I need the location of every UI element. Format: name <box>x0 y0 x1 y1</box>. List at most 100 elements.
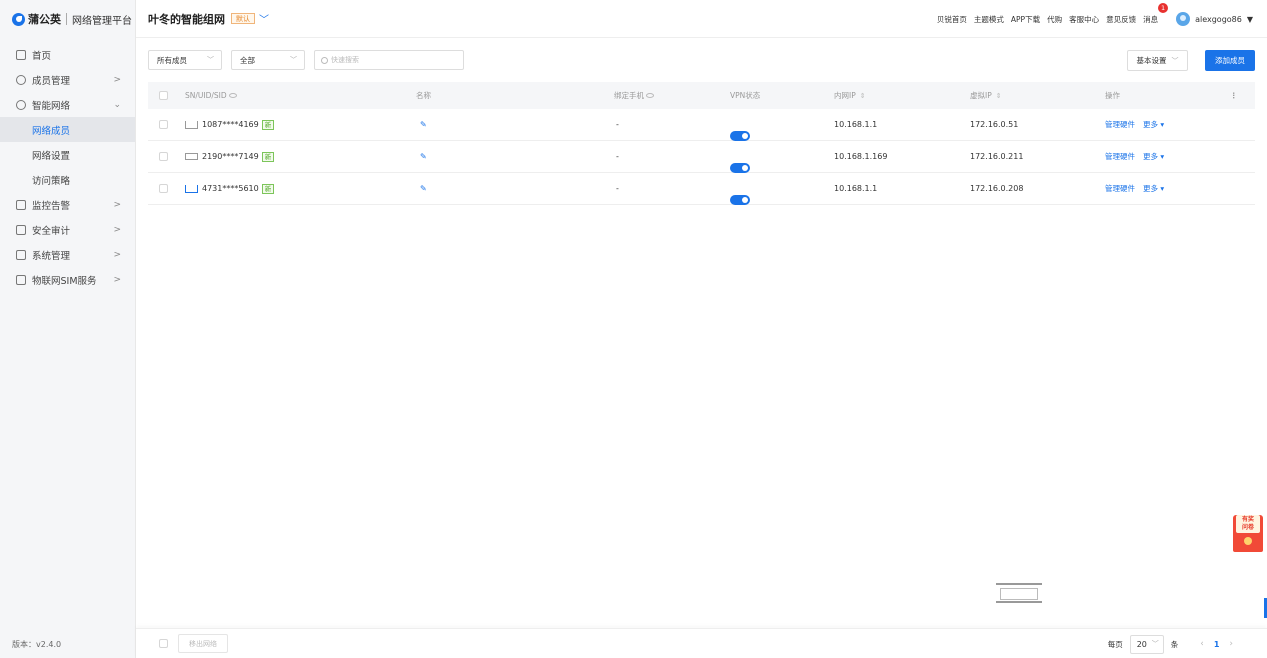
actions-cell: 管理硬件 更多 ▾ <box>1105 183 1164 194</box>
search-placeholder: 快速搜索 <box>331 56 359 64</box>
default-tag: 默认 <box>231 13 255 24</box>
vpn-toggle[interactable] <box>730 194 750 205</box>
remove-from-network-button[interactable]: 移出网络 <box>178 634 228 653</box>
manage-hardware-link[interactable]: 管理硬件 <box>1105 119 1135 130</box>
sidebar-item-security-audit[interactable]: 安全审计 > <box>0 217 135 242</box>
toolbar: 所有成员 ﹀ 全部 ﹀ 快速搜索 基本设置 ﹀ 添加成员 <box>148 50 1255 71</box>
more-dropdown[interactable]: 更多 ▾ <box>1143 151 1164 162</box>
vpn-toggle[interactable] <box>730 162 750 173</box>
survey-line1: 有奖 <box>1241 516 1254 523</box>
link-purchase[interactable]: 代购 <box>1047 14 1062 25</box>
col-sn: SN/UID/SID <box>185 91 237 100</box>
virtual-ip-cell: 172.16.0.208 <box>970 184 1024 193</box>
edit-icon[interactable]: ✎ <box>420 184 427 193</box>
edit-icon[interactable]: ✎ <box>420 120 427 129</box>
chevron-down-icon: ﹀ <box>207 56 214 64</box>
gift-icon <box>1244 537 1252 545</box>
page-size-select[interactable]: 20 ﹀ <box>1129 634 1164 654</box>
messages-badge: 1 <box>1158 2 1169 13</box>
manage-hardware-link[interactable]: 管理硬件 <box>1105 151 1135 162</box>
lan-ip-cell: 10.168.1.169 <box>834 152 888 161</box>
virtual-ip-cell: 172.16.0.211 <box>970 152 1024 161</box>
chevron-down-icon: ﹀ <box>290 56 297 64</box>
caret-down-icon[interactable]: ▼ <box>1247 15 1253 24</box>
status-filter-select[interactable]: 全部 ﹀ <box>231 50 305 70</box>
more-dropdown[interactable]: 更多 ▾ <box>1143 183 1164 194</box>
sidebar-subitem-network-members[interactable]: 网络成员 <box>0 117 135 142</box>
virtual-ip-cell: 172.16.0.51 <box>970 120 1019 129</box>
messages-link[interactable]: 消息 1 <box>1143 2 1169 25</box>
vpn-toggle[interactable] <box>730 130 750 141</box>
chevron-down-icon[interactable]: ﹀ <box>259 11 269 26</box>
link-app-download[interactable]: APP下载 <box>1011 14 1040 25</box>
search-icon <box>321 56 328 64</box>
brand-subtitle: 网络管理平台 <box>72 15 132 27</box>
device-sn: 2190****7149 <box>202 152 259 161</box>
lan-ip-cell: 10.168.1.1 <box>834 120 878 129</box>
monitor-icon <box>16 199 26 210</box>
device-sn: 4731****5610 <box>202 184 259 193</box>
brand[interactable]: 蒲公英 网络管理平台 <box>0 0 135 38</box>
link-home[interactable]: 贝锐首页 <box>937 14 967 25</box>
link-support[interactable]: 客服中心 <box>1069 14 1099 25</box>
col-lan-ip[interactable]: 内网IP ⇕ <box>834 90 866 101</box>
top-header: 叶冬的智能组网 默认 ﹀ 贝锐首页 主题模式 APP下载 代购 客服中心 意见反… <box>136 0 1267 38</box>
sort-icon: ⇕ <box>995 91 1002 100</box>
row-checkbox[interactable] <box>159 152 168 161</box>
link-feedback[interactable]: 意见反馈 <box>1106 14 1136 25</box>
table-row: 1087****4169 新 ✎ - 10.168.1.1 172.16.0.5… <box>148 109 1255 141</box>
table-header: SN/UID/SID 名称 绑定手机 VPN状态 内网IP ⇕ 虚拟IP ⇕ 操… <box>148 82 1255 109</box>
row-checkbox[interactable] <box>159 184 168 193</box>
watermark-stamp-icon <box>996 583 1042 603</box>
search-input[interactable]: 快速搜索 <box>314 50 464 70</box>
sidebar-subitem-network-settings[interactable]: 网络设置 <box>0 142 135 167</box>
survey-widget[interactable]: 有奖 问卷 <box>1233 515 1263 552</box>
pagination: 每页 20 ﹀ 条 ‹ 1 › <box>1108 634 1243 654</box>
sidebar-item-members[interactable]: 成员管理 > <box>0 67 135 92</box>
link-theme[interactable]: 主题模式 <box>974 14 1004 25</box>
select-all-checkbox[interactable] <box>159 91 168 100</box>
home-icon <box>16 49 26 60</box>
device-sn: 1087****4169 <box>202 120 259 129</box>
sidebar-item-monitoring[interactable]: 监控告警 > <box>0 192 135 217</box>
network-title[interactable]: 叶冬的智能组网 <box>148 11 225 27</box>
actions-cell: 管理硬件 更多 ▾ <box>1105 119 1164 130</box>
sidebar-item-system[interactable]: 系统管理 > <box>0 242 135 267</box>
current-page[interactable]: 1 <box>1214 640 1220 649</box>
member-filter-select[interactable]: 所有成员 ﹀ <box>148 50 222 70</box>
next-page-icon[interactable]: › <box>1229 639 1233 649</box>
eye-icon[interactable] <box>646 93 654 98</box>
new-tag: 新 <box>261 119 275 130</box>
footer-select-all-checkbox[interactable] <box>159 639 168 648</box>
brand-name: 蒲公英 <box>28 13 61 26</box>
sidebar: 蒲公英 网络管理平台 首页 成员管理 > 智能网络 ⌄ 网络成员 网络设置 访问… <box>0 0 136 658</box>
row-checkbox[interactable] <box>159 120 168 129</box>
sidebar-subitem-access-policy[interactable]: 访问策略 <box>0 167 135 192</box>
prev-page-icon[interactable]: ‹ <box>1200 639 1204 649</box>
username[interactable]: alexgogo86 <box>1195 15 1242 24</box>
edit-icon[interactable]: ✎ <box>420 152 427 161</box>
manage-hardware-link[interactable]: 管理硬件 <box>1105 183 1135 194</box>
sidebar-item-smart-network[interactable]: 智能网络 ⌄ <box>0 92 135 117</box>
col-actions: 操作 <box>1105 91 1120 100</box>
sidebar-item-label: 成员管理 <box>32 75 71 87</box>
new-tag: 新 <box>261 183 275 194</box>
eye-icon[interactable] <box>228 93 237 98</box>
chevron-right-icon: > <box>113 74 121 85</box>
avatar[interactable] <box>1176 12 1191 26</box>
status-filter-value: 全部 <box>240 55 255 65</box>
chevron-right-icon: > <box>113 274 121 285</box>
network-icon <box>16 99 26 110</box>
basic-settings-button[interactable]: 基本设置 ﹀ <box>1127 50 1188 71</box>
add-member-button[interactable]: 添加成员 <box>1205 50 1255 71</box>
survey-line2: 问卷 <box>1241 524 1254 531</box>
column-settings-icon[interactable]: ⋮ <box>1230 91 1238 100</box>
gateway-box-icon <box>185 153 198 160</box>
col-virtual-ip[interactable]: 虚拟IP ⇕ <box>970 90 1002 101</box>
sidebar-item-iot-sim[interactable]: 物联网SIM服务 > <box>0 267 135 292</box>
more-dropdown[interactable]: 更多 ▾ <box>1143 119 1164 130</box>
dandelion-logo-icon <box>12 12 25 26</box>
router-icon <box>185 120 198 129</box>
sidebar-item-home[interactable]: 首页 <box>0 42 135 67</box>
col-phone: 绑定手机 <box>614 90 654 101</box>
